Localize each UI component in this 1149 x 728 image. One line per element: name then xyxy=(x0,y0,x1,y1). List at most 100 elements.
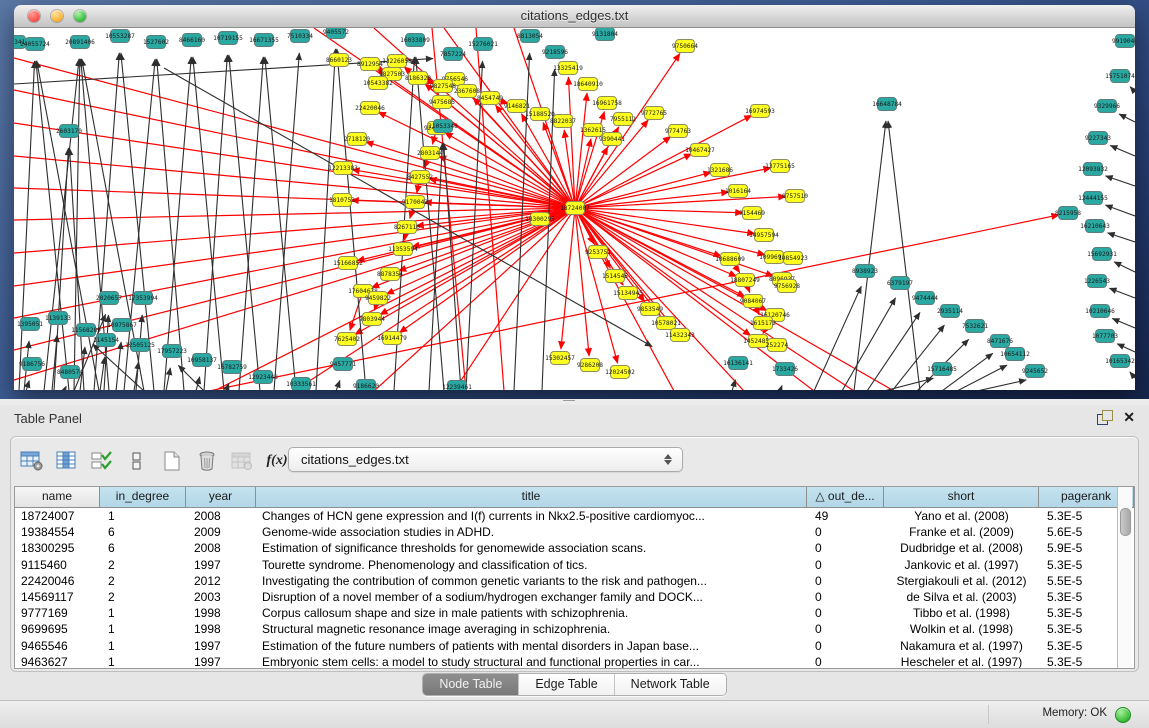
network-view-window[interactable]: citations_edges.txt 18724007183002958660… xyxy=(14,5,1135,390)
tab-edge-table[interactable]: Edge Table xyxy=(519,674,614,695)
table-row[interactable]: 1456911722003Disruption of a novel membe… xyxy=(15,589,1134,605)
graph-edge[interactable] xyxy=(336,380,340,390)
graph-edge[interactable] xyxy=(466,61,483,390)
graph-edge[interactable] xyxy=(575,192,729,208)
graph-edge[interactable] xyxy=(888,121,920,390)
function-builder-icon[interactable]: f(x) xyxy=(264,448,290,474)
graph-edge[interactable] xyxy=(732,380,735,390)
table-row[interactable]: 977716911998Corpus callosum shape and si… xyxy=(15,605,1134,621)
tab-node-table[interactable]: Node Table xyxy=(423,674,519,695)
graph-node-label: 8822037 xyxy=(550,118,576,125)
graph-edge[interactable] xyxy=(977,380,1026,390)
cell-year: 2008 xyxy=(186,540,256,556)
table-row[interactable]: 911546021997Tourette syndrome. Phenomeno… xyxy=(15,557,1134,573)
graph-edge[interactable] xyxy=(54,148,68,390)
graph-node-label: 10975867 xyxy=(107,322,137,329)
graph-edge[interactable] xyxy=(1130,87,1135,92)
graph-edge[interactable] xyxy=(14,208,575,380)
graph-edge[interactable] xyxy=(561,208,575,349)
graph-node-label: 9475685 xyxy=(429,99,455,106)
graph-edge[interactable] xyxy=(867,312,920,390)
network-graph[interactable]: 1872400718300295866012389129541322605898… xyxy=(14,28,1135,390)
cell-name: 18300295 xyxy=(15,540,100,556)
column-header-in_degree[interactable]: in_degree xyxy=(100,487,186,507)
graph-edge[interactable] xyxy=(37,61,99,390)
graph-edge[interactable] xyxy=(1105,205,1135,216)
graph-edge[interactable] xyxy=(1106,176,1135,186)
graph-edge[interactable] xyxy=(239,57,263,390)
graph-edge[interactable] xyxy=(178,365,204,390)
graph-edge[interactable] xyxy=(1130,372,1135,378)
table-row[interactable]: 1938455462009Genome-wide association stu… xyxy=(15,524,1134,540)
table-selector-dropdown[interactable]: citations_edges.txt xyxy=(288,447,683,472)
graph-node-label: 9253751 xyxy=(585,249,611,256)
graph-edge[interactable] xyxy=(229,55,260,390)
column-header-short[interactable]: short xyxy=(884,487,1039,507)
graph-edge[interactable] xyxy=(14,123,575,208)
graph-edge[interactable] xyxy=(19,61,35,390)
graph-edge[interactable] xyxy=(780,385,782,390)
graph-edge[interactable] xyxy=(1109,288,1135,298)
graph-node-label: 11353594 xyxy=(388,246,418,253)
delete-column-icon[interactable] xyxy=(194,448,220,474)
graph-edge[interactable] xyxy=(204,55,227,390)
graph-edge[interactable] xyxy=(265,57,296,390)
table-settings-icon[interactable] xyxy=(19,448,45,474)
new-column-icon[interactable] xyxy=(159,448,185,474)
table-row[interactable]: 2242004622012Investigating the contribut… xyxy=(15,573,1134,589)
cell-in_degree: 1 xyxy=(100,508,186,524)
graph-node-label: 9186620 xyxy=(353,383,379,390)
graph-edge[interactable] xyxy=(1108,233,1135,242)
column-header-out_de[interactable]: △ out_de... xyxy=(807,487,884,507)
tab-network-table[interactable]: Network Table xyxy=(615,674,726,695)
graph-node-label: 7625402 xyxy=(334,336,360,343)
graph-edge[interactable] xyxy=(166,368,170,390)
graph-edge[interactable] xyxy=(575,154,692,208)
graph-edge[interactable] xyxy=(274,53,299,390)
column-header-year[interactable]: year xyxy=(186,487,256,507)
graph-edge[interactable] xyxy=(26,381,29,390)
window-minimize-button[interactable] xyxy=(51,10,63,22)
graph-node-label: 11432343 xyxy=(665,332,695,339)
window-title: citations_edges.txt xyxy=(14,5,1135,27)
select-columns-icon[interactable] xyxy=(54,448,80,474)
graph-edge[interactable] xyxy=(1117,344,1135,352)
float-window-icon[interactable] xyxy=(1097,410,1111,424)
table-row[interactable]: 946362711997Embryonic stem cells: a mode… xyxy=(15,654,1134,669)
table-row[interactable]: 1872400712008Changes of HCN gene express… xyxy=(15,508,1134,524)
graph-node-label: 8215958 xyxy=(1055,210,1081,217)
graph-edge[interactable] xyxy=(374,208,575,390)
graph-edge[interactable] xyxy=(1110,146,1135,156)
close-panel-icon[interactable]: ✕ xyxy=(1123,410,1135,424)
graph-edge[interactable] xyxy=(575,93,587,208)
window-titlebar[interactable]: citations_edges.txt xyxy=(14,5,1135,28)
graph-edge[interactable] xyxy=(193,57,224,390)
network-canvas[interactable]: 1872400718300295866012389129541322605898… xyxy=(14,28,1135,390)
graph-edge[interactable] xyxy=(14,156,575,208)
graph-edge[interactable] xyxy=(157,59,184,390)
graph-node-label: 18300295 xyxy=(525,216,555,223)
graph-edge[interactable] xyxy=(1119,114,1135,122)
column-header-title[interactable]: title xyxy=(256,487,807,507)
graph-node-label: 8427552 xyxy=(407,174,433,181)
window-zoom-button[interactable] xyxy=(74,10,86,22)
graph-edge[interactable] xyxy=(854,121,886,390)
window-close-button[interactable] xyxy=(28,10,40,22)
graph-edge[interactable] xyxy=(1114,262,1135,272)
table-scrollbar[interactable] xyxy=(1117,487,1132,668)
scrollbar-thumb[interactable] xyxy=(1120,508,1131,536)
edit-columns-icon[interactable] xyxy=(89,448,115,474)
table-row[interactable]: 969969511998Structural magnetic resonanc… xyxy=(15,621,1134,637)
column-header-name[interactable]: name xyxy=(15,487,100,507)
rows-icon[interactable] xyxy=(124,448,150,474)
graph-edge[interactable] xyxy=(70,148,84,390)
graph-edge[interactable] xyxy=(1112,318,1135,328)
graph-edge[interactable] xyxy=(884,378,933,390)
table-row[interactable]: 1830029562008Estimation of significance … xyxy=(15,540,1134,556)
graph-edge[interactable] xyxy=(316,49,335,390)
graph-edge[interactable] xyxy=(164,57,191,390)
graph-edge[interactable] xyxy=(64,386,66,390)
graph-edge[interactable] xyxy=(814,286,861,390)
table-row[interactable]: 946554611997Estimation of the future num… xyxy=(15,638,1134,654)
graph-edge[interactable] xyxy=(74,59,80,390)
